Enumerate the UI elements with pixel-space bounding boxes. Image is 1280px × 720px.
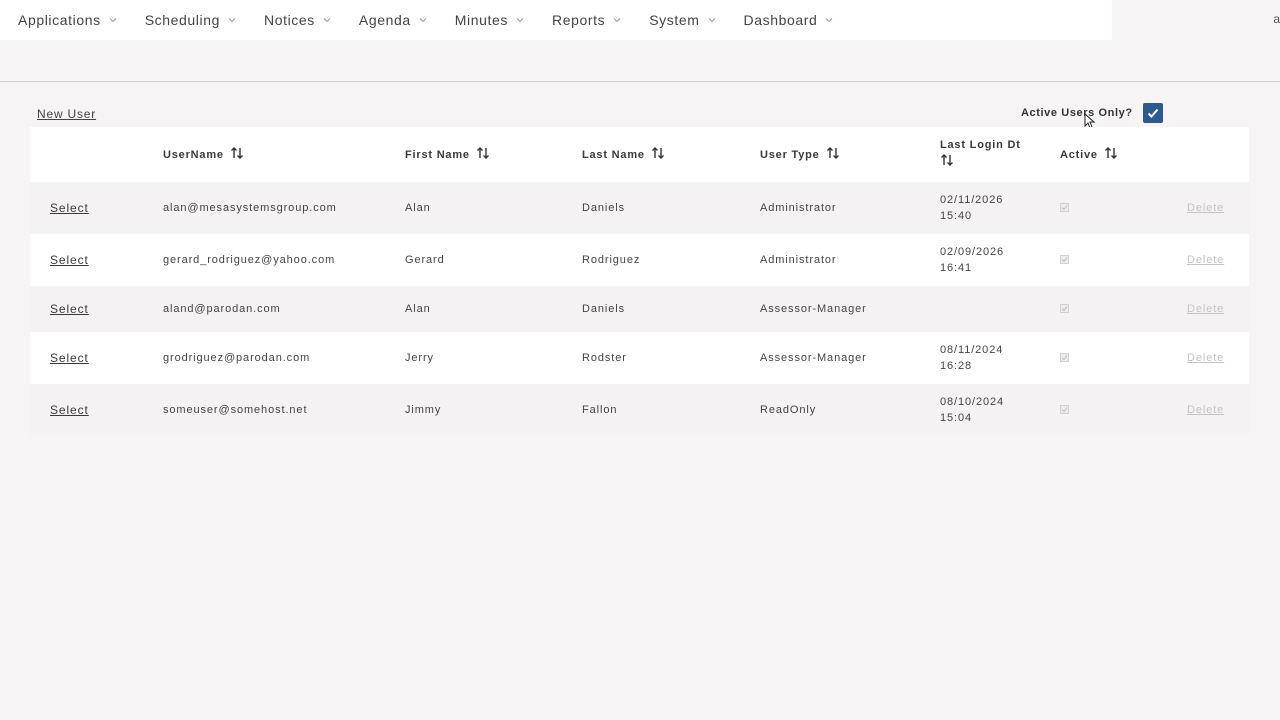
select-link[interactable]: Select (50, 384, 89, 436)
select-link[interactable]: Select (50, 286, 89, 332)
active-checkbox (1060, 405, 1069, 414)
last-login-cell: 02/11/2026 15:40 (940, 194, 1004, 222)
nav-minutes[interactable]: Minutes (455, 12, 524, 28)
nav-label: Dashboard (743, 12, 818, 28)
checkmark-icon (1061, 205, 1068, 211)
nav-label: Scheduling (144, 12, 220, 28)
user-type-cell: ReadOnly (760, 404, 817, 416)
last-login-cell: 02/09/2026 16:41 (940, 246, 1005, 274)
col-last-name-header[interactable]: Last Name (582, 127, 665, 182)
active-users-label: Active Users Only? (1021, 107, 1133, 119)
sort-icon[interactable] (940, 153, 954, 172)
chevron-down-icon (323, 16, 331, 24)
chevron-down-icon (708, 16, 716, 24)
user-menu-fragment[interactable]: a (1273, 12, 1280, 26)
nav-applications[interactable]: Applications (18, 12, 117, 28)
first-name-cell: Jimmy (405, 404, 442, 416)
checkmark-icon (1061, 355, 1068, 361)
col-last-login-header[interactable]: Last Login Dt (940, 138, 1021, 172)
col-username-header[interactable]: UserName (163, 127, 244, 182)
table-row: Select grodriguez@parodan.com Jerry Rods… (30, 332, 1249, 384)
sort-icon[interactable] (1104, 146, 1118, 163)
username-cell: grodriguez@parodan.com (163, 352, 311, 364)
delete-link[interactable]: Delete (1187, 182, 1224, 234)
chevron-down-icon (613, 16, 621, 24)
chevron-down-icon (228, 16, 236, 24)
nav-label: System (649, 12, 700, 28)
nav-label: Agenda (358, 12, 411, 28)
active-cell (1060, 384, 1069, 436)
checkmark-icon (1061, 407, 1068, 413)
last-login-cell: 08/10/2024 15:04 (940, 396, 1005, 424)
table-row: Select gerard_rodriguez@yahoo.com Gerard… (30, 234, 1249, 286)
last-name-cell: Daniels (582, 202, 625, 214)
active-checkbox (1060, 203, 1069, 212)
user-type-cell: Administrator (760, 254, 837, 266)
chevron-down-icon (109, 16, 117, 24)
active-cell (1060, 234, 1069, 286)
table-header: UserName First Name Last Name User Type … (30, 127, 1249, 182)
sort-icon[interactable] (476, 146, 490, 163)
checkmark-icon (1061, 257, 1068, 263)
last-name-cell: Rodster (582, 352, 627, 364)
sort-icon[interactable] (230, 146, 244, 163)
chevron-down-icon (516, 16, 524, 24)
username-cell: someuser@somehost.net (163, 404, 308, 416)
user-type-cell: Assessor-Manager (760, 303, 867, 315)
delete-link[interactable]: Delete (1187, 332, 1224, 384)
nav-agenda[interactable]: Agenda (359, 12, 427, 28)
sort-icon[interactable] (826, 146, 840, 163)
nav-label: Minutes (454, 12, 508, 28)
active-users-checkbox[interactable] (1142, 103, 1163, 123)
nav-notices[interactable]: Notices (264, 12, 331, 28)
table-row: Select alan@mesasystemsgroup.com Alan Da… (30, 182, 1249, 234)
chevron-down-icon (419, 16, 427, 24)
last-name-cell: Fallon (582, 404, 618, 416)
select-link[interactable]: Select (50, 234, 89, 286)
sort-icon[interactable] (651, 146, 665, 163)
active-checkbox (1060, 255, 1069, 264)
delete-link[interactable]: Delete (1187, 286, 1224, 332)
select-link[interactable]: Select (50, 332, 89, 384)
user-type-cell: Assessor-Manager (760, 352, 867, 364)
active-cell (1060, 182, 1069, 234)
user-type-cell: Administrator (760, 202, 837, 214)
top-nav: Applications Scheduling Notices Agenda M… (0, 0, 1112, 40)
active-cell (1060, 286, 1069, 332)
first-name-cell: Alan (405, 202, 431, 214)
username-cell: aland@parodan.com (163, 303, 281, 315)
nav-label: Applications (18, 12, 101, 28)
nav-system[interactable]: System (649, 12, 715, 28)
nav-dashboard[interactable]: Dashboard (744, 12, 834, 28)
checkmark-icon (1147, 108, 1158, 118)
table-row: Select aland@parodan.com Alan Daniels As… (30, 286, 1249, 332)
nav-label: Reports (551, 12, 606, 28)
delete-link[interactable]: Delete (1187, 234, 1224, 286)
last-login-cell: 08/11/2024 16:28 (940, 344, 1004, 372)
username-cell: gerard_rodriguez@yahoo.com (163, 254, 336, 266)
last-name-cell: Daniels (582, 303, 625, 315)
users-table: UserName First Name Last Name User Type … (30, 127, 1249, 436)
chevron-down-icon (825, 16, 833, 24)
select-link[interactable]: Select (50, 182, 89, 234)
nav-scheduling[interactable]: Scheduling (145, 12, 236, 28)
table-row: Select someuser@somehost.net Jimmy Fallo… (30, 384, 1249, 436)
delete-link[interactable]: Delete (1187, 384, 1224, 436)
first-name-cell: Gerard (405, 254, 445, 266)
active-cell (1060, 332, 1069, 384)
col-user-type-header[interactable]: User Type (760, 127, 840, 182)
nav-reports[interactable]: Reports (552, 12, 621, 28)
divider (0, 81, 1280, 82)
col-active-header[interactable]: Active (1060, 127, 1118, 182)
nav-label: Notices (263, 12, 315, 28)
first-name-cell: Jerry (405, 352, 434, 364)
active-checkbox (1060, 304, 1069, 313)
first-name-cell: Alan (405, 303, 431, 315)
new-user-link[interactable]: New User (37, 107, 96, 121)
username-cell: alan@mesasystemsgroup.com (163, 202, 337, 214)
col-first-name-header[interactable]: First Name (405, 127, 490, 182)
last-name-cell: Rodriguez (582, 254, 641, 266)
active-checkbox (1060, 353, 1069, 362)
checkmark-icon (1061, 306, 1068, 312)
